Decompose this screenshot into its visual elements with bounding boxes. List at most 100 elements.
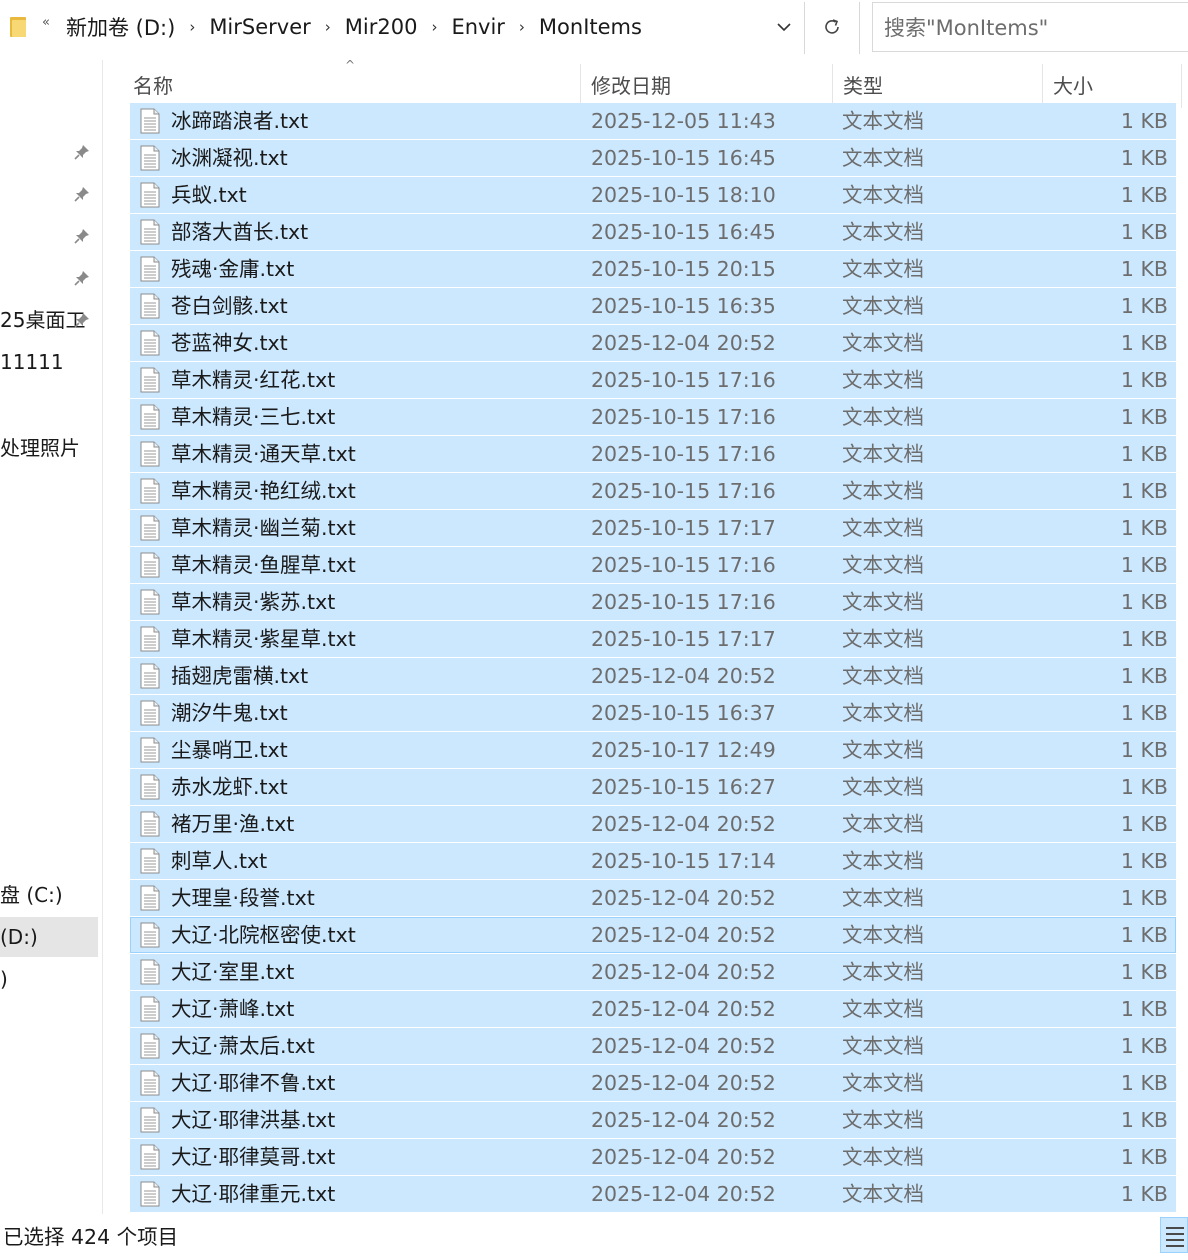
nav-item-label: ): [0, 967, 8, 991]
breadcrumb-item[interactable]: MirServer: [199, 15, 320, 39]
file-row[interactable]: 大辽·耶律莫哥.txt 2025-12-04 20:52 文本文档 1 KB: [130, 1139, 1176, 1175]
file-name: 苍白剑骸.txt: [171, 294, 288, 318]
file-row[interactable]: 草木精灵·红花.txt 2025-10-15 17:16 文本文档 1 KB: [130, 362, 1176, 398]
file-row[interactable]: 大辽·萧太后.txt 2025-12-04 20:52 文本文档 1 KB: [130, 1028, 1176, 1064]
pin-icon: [74, 229, 89, 244]
file-row[interactable]: 插翅虎雷横.txt 2025-12-04 20:52 文本文档 1 KB: [130, 658, 1176, 694]
search-input[interactable]: 搜索"MonItems": [872, 2, 1188, 52]
file-row[interactable]: 部落大酋长.txt 2025-10-15 16:45 文本文档 1 KB: [130, 214, 1176, 250]
address-dropdown-button[interactable]: [764, 0, 804, 54]
nav-item[interactable]: 25桌面工: [0, 300, 103, 340]
nav-item[interactable]: ): [0, 959, 103, 999]
file-row[interactable]: 草木精灵·幽兰菊.txt 2025-10-15 17:17 文本文档 1 KB: [130, 510, 1176, 546]
file-row[interactable]: 大理皇·段誉.txt 2025-12-04 20:52 文本文档 1 KB: [130, 880, 1176, 916]
breadcrumb[interactable]: 新加卷 (D:) › MirServer › Mir200 › Envir › MonItems: [56, 0, 804, 54]
file-row[interactable]: 尘暴哨卫.txt 2025-10-17 12:49 文本文档 1 KB: [130, 732, 1176, 768]
file-type: 文本文档: [842, 368, 924, 392]
file-row[interactable]: 苍蓝神女.txt 2025-12-04 20:52 文本文档 1 KB: [130, 325, 1176, 361]
file-name: 草木精灵·幽兰菊.txt: [171, 516, 356, 540]
file-row[interactable]: 大辽·耶律重元.txt 2025-12-04 20:52 文本文档 1 KB: [130, 1176, 1176, 1212]
file-size: 1 KB: [1120, 1071, 1168, 1095]
file-list[interactable]: 冰蹄踏浪者.txt 2025-12-05 11:43 文本文档 1 KB 冰渊凝视.tx…: [130, 103, 1176, 1214]
chevron-right-icon[interactable]: ›: [515, 18, 529, 36]
double-chevron-left-icon[interactable]: «: [42, 15, 50, 30]
file-name: 大辽·耶律重元.txt: [171, 1182, 336, 1206]
chevron-right-icon[interactable]: ›: [321, 18, 335, 36]
file-size: 1 KB: [1120, 1034, 1168, 1058]
text-file-icon: [140, 626, 160, 652]
file-type: 文本文档: [842, 146, 924, 170]
file-row[interactable]: 赤水龙虾.txt 2025-10-15 16:27 文本文档 1 KB: [130, 769, 1176, 805]
file-row[interactable]: 大辽·萧峰.txt 2025-12-04 20:52 文本文档 1 KB: [130, 991, 1176, 1027]
file-name: 刺草人.txt: [171, 849, 268, 873]
status-bar: 已选择 424 个项目: [0, 1214, 1188, 1260]
file-row[interactable]: 刺草人.txt 2025-10-15 17:14 文本文档 1 KB: [130, 843, 1176, 879]
file-type: 文本文档: [842, 923, 924, 947]
file-date: 2025-12-04 20:52: [591, 923, 776, 947]
file-row[interactable]: 大辽·耶律不鲁.txt 2025-12-04 20:52 文本文档 1 KB: [130, 1065, 1176, 1101]
file-name: 残魂·金庸.txt: [171, 257, 295, 281]
chevron-down-icon: [777, 23, 791, 32]
file-date: 2025-12-05 11:43: [591, 109, 776, 133]
nav-item[interactable]: (D:): [0, 917, 98, 957]
column-header-size[interactable]: 大小: [1043, 60, 1181, 108]
column-header-date[interactable]: 修改日期: [581, 60, 832, 108]
file-row[interactable]: 冰蹄踏浪者.txt 2025-12-05 11:43 文本文档 1 KB: [130, 103, 1176, 139]
file-type: 文本文档: [842, 997, 924, 1021]
chevron-right-icon[interactable]: ›: [185, 18, 199, 36]
text-file-icon: [140, 589, 160, 615]
file-row[interactable]: 大辽·室里.txt 2025-12-04 20:52 文本文档 1 KB: [130, 954, 1176, 990]
file-date: 2025-10-17 12:49: [591, 738, 776, 762]
nav-item[interactable]: [0, 132, 103, 172]
column-divider[interactable]: [1181, 64, 1182, 108]
text-file-icon: [140, 256, 160, 282]
file-row[interactable]: 苍白剑骸.txt 2025-10-15 16:35 文本文档 1 KB: [130, 288, 1176, 324]
file-type: 文本文档: [842, 812, 924, 836]
file-date: 2025-12-04 20:52: [591, 1071, 776, 1095]
text-file-icon: [140, 885, 160, 911]
file-row[interactable]: 草木精灵·紫苏.txt 2025-10-15 17:16 文本文档 1 KB: [130, 584, 1176, 620]
file-row[interactable]: 潮汐牛鬼.txt 2025-10-15 16:37 文本文档 1 KB: [130, 695, 1176, 731]
file-row[interactable]: 草木精灵·通天草.txt 2025-10-15 17:16 文本文档 1 KB: [130, 436, 1176, 472]
address-toolbar: « 新加卷 (D:) › MirServer › Mir200 › Envir › MonIte…: [0, 0, 1188, 56]
chevron-right-icon[interactable]: ›: [427, 18, 441, 36]
details-view-button[interactable]: [1160, 1217, 1188, 1253]
file-name: 大辽·耶律洪基.txt: [171, 1108, 336, 1132]
file-row[interactable]: 草木精灵·三七.txt 2025-10-15 17:16 文本文档 1 KB: [130, 399, 1176, 435]
nav-item[interactable]: 11111: [0, 342, 103, 382]
file-date: 2025-10-15 17:17: [591, 516, 776, 540]
column-header-type[interactable]: 类型: [833, 60, 1042, 108]
file-row[interactable]: 草木精灵·鱼腥草.txt 2025-10-15 17:16 文本文档 1 KB: [130, 547, 1176, 583]
file-name: 大辽·萧太后.txt: [171, 1034, 315, 1058]
nav-pane-divider[interactable]: [102, 60, 103, 1215]
file-row[interactable]: 残魂·金庸.txt 2025-10-15 20:15 文本文档 1 KB: [130, 251, 1176, 287]
text-file-icon: [140, 1070, 160, 1096]
file-row[interactable]: 褚万里·渔.txt 2025-12-04 20:52 文本文档 1 KB: [130, 806, 1176, 842]
nav-item[interactable]: [0, 216, 103, 256]
nav-item[interactable]: [0, 174, 103, 214]
breadcrumb-item[interactable]: MonItems: [529, 15, 652, 39]
file-name: 草木精灵·紫星草.txt: [171, 627, 356, 651]
file-row[interactable]: 草木精灵·紫星草.txt 2025-10-15 17:17 文本文档 1 KB: [130, 621, 1176, 657]
refresh-button[interactable]: [806, 0, 858, 54]
file-row[interactable]: 冰渊凝视.txt 2025-10-15 16:45 文本文档 1 KB: [130, 140, 1176, 176]
file-size: 1 KB: [1120, 294, 1168, 318]
file-row[interactable]: 大辽·耶律洪基.txt 2025-12-04 20:52 文本文档 1 KB: [130, 1102, 1176, 1138]
file-row[interactable]: 大辽·北院枢密使.txt 2025-12-04 20:52 文本文档 1 KB: [130, 917, 1176, 953]
breadcrumb-item[interactable]: Envir: [441, 15, 514, 39]
breadcrumb-item[interactable]: Mir200: [335, 15, 428, 39]
file-date: 2025-12-04 20:52: [591, 812, 776, 836]
file-date: 2025-10-15 16:37: [591, 701, 776, 725]
text-file-icon: [140, 663, 160, 689]
column-header-name[interactable]: 名称: [123, 60, 580, 108]
nav-item[interactable]: 处理照片: [0, 428, 103, 468]
file-row[interactable]: 兵蚁.txt 2025-10-15 18:10 文本文档 1 KB: [130, 177, 1176, 213]
breadcrumb-item[interactable]: 新加卷 (D:): [56, 12, 185, 42]
nav-item[interactable]: [0, 258, 103, 298]
file-name: 部落大酋长.txt: [171, 220, 309, 244]
nav-item[interactable]: 盘 (C:): [0, 875, 103, 915]
file-row[interactable]: 草木精灵·艳红绒.txt 2025-10-15 17:16 文本文档 1 KB: [130, 473, 1176, 509]
text-file-icon: [140, 145, 160, 171]
file-type: 文本文档: [842, 849, 924, 873]
file-size: 1 KB: [1120, 442, 1168, 466]
